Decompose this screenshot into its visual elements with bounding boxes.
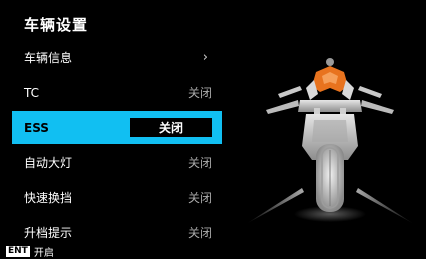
footer-action-label: 开启 — [33, 248, 54, 259]
menu-item-label: ESS — [24, 120, 49, 135]
menu-item-label: 升档提示 — [24, 226, 73, 240]
menu-item-value: 关闭 — [130, 118, 212, 137]
menu-item-value: 关闭 — [187, 226, 212, 240]
menu-item-label: 自动大灯 — [24, 156, 73, 170]
menu-item-auto-headlight[interactable]: 自动大灯 关闭 — [12, 146, 222, 179]
menu-item-vehicle-info[interactable]: 车辆信息 › — [12, 41, 222, 74]
menu-item-value: 关闭 — [187, 191, 212, 205]
menu-item-tc[interactable]: TC 关闭 — [12, 76, 222, 109]
menu-item-quick-shift[interactable]: 快速换挡 关闭 — [12, 181, 222, 214]
menu-item-value: 关闭 — [187, 156, 212, 170]
ent-key-icon: ENT — [6, 246, 30, 257]
menu-item-label: 快速换挡 — [24, 191, 73, 205]
page-title: 车辆设置 — [24, 16, 89, 34]
motorcycle-icon — [246, 58, 414, 224]
menu-item-ess[interactable]: ESS 关闭 — [12, 111, 222, 144]
chevron-right-icon: › — [202, 50, 208, 65]
menu-item-label: TC — [24, 85, 40, 100]
menu-item-label: 车辆信息 — [24, 51, 73, 65]
footer-hint: ENT 开启 — [6, 244, 54, 259]
menu-item-value: 关闭 — [187, 86, 212, 100]
settings-menu: 车辆信息 › TC 关闭 ESS 关闭 自动大灯 关闭 快速换挡 关闭 升档提示… — [12, 41, 222, 251]
